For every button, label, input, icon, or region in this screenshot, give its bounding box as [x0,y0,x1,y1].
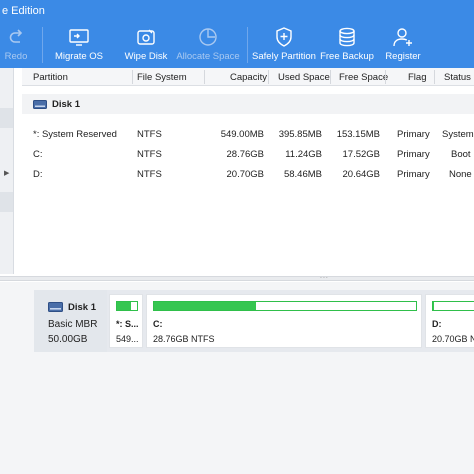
table-row[interactable]: *: System Reserved NTFS 549.00MB 395.85M… [22,124,474,144]
allocate-space-icon [197,26,219,48]
wipe-disk-button[interactable]: Wipe Disk [117,22,175,68]
partition-block-system-reserved[interactable]: *: S... 549... [109,294,143,348]
allocate-space-button[interactable]: Allocate Space [176,22,240,68]
usage-bar [432,301,474,311]
database-icon [336,26,358,48]
redo-button[interactable]: Redo [0,22,32,68]
table-row[interactable]: C: NTFS 28.76GB 11.24GB 17.52GB Primary … [22,144,474,164]
disk-info[interactable]: Disk 1 Basic MBR 50.00GB [34,290,107,352]
title-bar: e Edition [0,0,474,22]
register-button[interactable]: Register [381,22,425,68]
splitter-grip-icon[interactable]: ... [320,273,329,280]
add-user-icon [392,26,414,48]
disk-card[interactable]: Disk 1 Basic MBR 50.00GB *: S... 549... … [34,290,474,352]
expand-arrow-icon[interactable]: ▶ [4,169,9,177]
partition-block-c[interactable]: C: 28.76GB NTFS [146,294,422,348]
table-row[interactable]: D: NTFS 20.70GB 58.46MB 20.64GB Primary … [22,164,474,184]
disk-label: Disk 1 [52,99,80,110]
header-free-space[interactable]: Free Space [339,72,388,83]
hard-disk-icon [33,100,47,112]
column-separator[interactable] [268,70,269,84]
safely-partition-button[interactable]: Safely Partition [251,22,317,68]
redo-icon [5,26,27,48]
hard-disk-icon [48,302,63,315]
shield-icon [273,26,295,48]
partition-table: Partition File System Capacity Used Spac… [22,68,474,274]
left-panel-block[interactable] [0,192,13,212]
column-separator[interactable] [204,70,205,84]
usage-bar-fill [154,302,257,310]
header-flag[interactable]: Flag [408,72,426,83]
header-partition[interactable]: Partition [33,72,68,83]
disk-type: Basic MBR [48,319,98,330]
column-separator[interactable] [434,70,435,84]
partition-block-d[interactable]: D: 20.70GB NTF [425,294,474,348]
disk-map-panel: Disk 1 Basic MBR 50.00GB *: S... 549... … [0,282,474,474]
header-used-space[interactable]: Used Space [278,72,330,83]
wipe-disk-icon [135,26,157,48]
usage-bar [116,301,138,311]
free-backup-button[interactable]: Free Backup [319,22,375,68]
usage-bar [153,301,417,311]
disk-name: Disk 1 [68,302,96,313]
toolbar-separator [247,27,248,63]
disk-size: 50.00GB [48,334,88,345]
column-separator[interactable] [330,70,331,84]
window-title: e Edition [2,5,45,17]
toolbar: Redo Migrate OS Wipe Disk Allocate Space… [0,22,474,68]
column-separator[interactable] [132,70,133,84]
table-header: Partition File System Capacity Used Spac… [22,68,474,86]
disk-row[interactable]: Disk 1 [22,94,474,114]
left-panel-strip: ▶ [0,68,14,274]
migrate-os-icon [68,26,90,48]
migrate-os-button[interactable]: Migrate OS [47,22,111,68]
header-file-system[interactable]: File System [137,72,187,83]
toolbar-separator [42,27,43,63]
header-status[interactable]: Status [444,72,471,83]
left-panel-block[interactable] [0,108,13,128]
pane-splitter[interactable]: ... [0,273,474,281]
header-capacity[interactable]: Capacity [230,72,267,83]
column-separator[interactable] [385,70,386,84]
usage-bar-fill [117,302,132,310]
